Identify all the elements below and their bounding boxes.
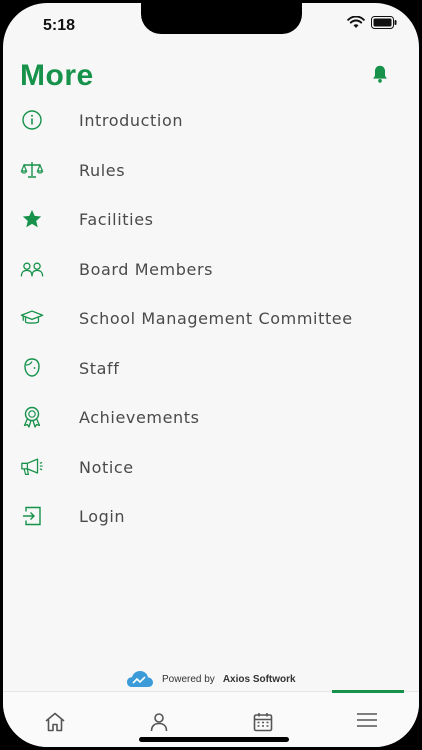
people-icon bbox=[20, 257, 44, 281]
megaphone-icon bbox=[20, 455, 44, 479]
battery-icon bbox=[371, 16, 397, 29]
menu-item-label: School Management Committee bbox=[79, 309, 353, 328]
menu-item-facilities[interactable]: Facilities bbox=[3, 199, 419, 239]
menu-item-staff[interactable]: Staff bbox=[3, 348, 419, 388]
menu-item-label: Rules bbox=[79, 161, 126, 180]
menu-item-label: Staff bbox=[79, 359, 120, 378]
home-indicator bbox=[139, 737, 289, 742]
award-icon bbox=[20, 405, 44, 429]
calendar-icon bbox=[253, 713, 273, 732]
tab-more[interactable] bbox=[315, 692, 419, 747]
notch bbox=[141, 3, 302, 34]
wifi-icon bbox=[347, 16, 365, 28]
menu-item-label: Achievements bbox=[79, 408, 200, 427]
menu-item-label: Introduction bbox=[79, 111, 184, 130]
powered-by-label: Powered by bbox=[162, 673, 215, 685]
graduation-cap-icon bbox=[20, 306, 44, 330]
login-icon bbox=[20, 504, 44, 528]
status-time: 5:18 bbox=[43, 17, 76, 34]
menu-item-achievements[interactable]: Achievements bbox=[3, 397, 419, 437]
menu-item-label: Facilities bbox=[79, 210, 154, 229]
page-title: More bbox=[20, 59, 94, 92]
menu-item-label: Login bbox=[79, 507, 126, 526]
menu-item-notice[interactable]: Notice bbox=[3, 447, 419, 487]
menu-item-label: Notice bbox=[79, 458, 134, 477]
menu-item-label: Board Members bbox=[79, 260, 214, 279]
bell-icon[interactable] bbox=[369, 63, 391, 85]
menu-icon bbox=[357, 713, 377, 727]
home-icon bbox=[45, 712, 65, 732]
axios-logo-icon bbox=[127, 671, 153, 687]
menu-item-school-management-committee[interactable]: School Management Committee bbox=[3, 298, 419, 338]
menu-item-login[interactable]: Login bbox=[3, 496, 419, 536]
powered-by: Powered by Axios Softwork bbox=[126, 669, 296, 689]
face-icon bbox=[20, 356, 44, 380]
star-icon bbox=[20, 207, 44, 231]
menu-item-board-members[interactable]: Board Members bbox=[3, 249, 419, 289]
company-name: Axios Softwork bbox=[222, 673, 296, 685]
status-icons bbox=[347, 16, 397, 29]
phone-frame: 5:18 More Introduction Rules Facilities … bbox=[0, 0, 422, 750]
screen: 5:18 More Introduction Rules Facilities … bbox=[3, 3, 419, 747]
user-icon bbox=[150, 713, 168, 732]
menu-item-rules[interactable]: Rules bbox=[3, 150, 419, 190]
menu-item-introduction[interactable]: Introduction bbox=[3, 100, 419, 140]
tab-home[interactable] bbox=[3, 692, 107, 747]
info-icon bbox=[20, 108, 44, 132]
scales-icon bbox=[20, 158, 44, 182]
